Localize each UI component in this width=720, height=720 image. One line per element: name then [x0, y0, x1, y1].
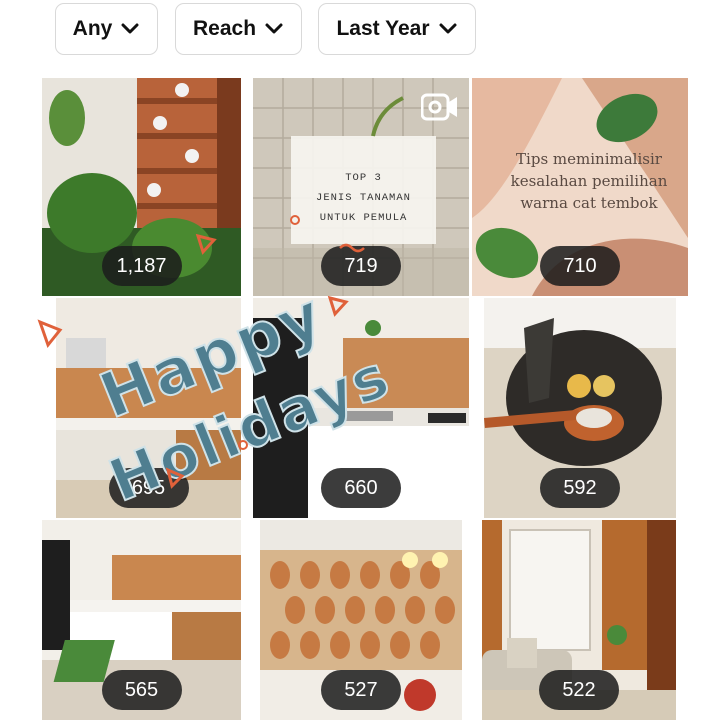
caption-line: Tips meminimalisir	[516, 150, 662, 168]
post-thumbnail[interactable]: 592	[484, 298, 676, 518]
caption-line: JENIS TANAMAN	[316, 192, 411, 204]
caption-line: TOP 3	[345, 172, 382, 184]
post-thumbnail[interactable]: Tips meminimalisir kesalahan pemilihan w…	[472, 78, 688, 296]
reach-count-badge: 592	[540, 468, 620, 508]
post-thumbnail[interactable]: 565	[42, 520, 241, 720]
reach-count-badge: 527	[321, 670, 401, 710]
caption-line: kesalahan pemilihan	[510, 172, 668, 190]
post-thumbnail[interactable]: 1,187	[42, 78, 241, 296]
filter-label: Reach	[192, 17, 257, 40]
post-caption: Tips meminimalisir kesalahan pemilihan w…	[494, 148, 684, 214]
reach-count-badge: 660	[321, 468, 401, 508]
post-thumbnail[interactable]: 522	[482, 520, 676, 720]
post-caption: TOP 3 JENIS TANAMAN UNTUK PEMULA	[291, 168, 436, 228]
video-camera-icon	[421, 93, 457, 121]
caption-line: UNTUK PEMULA	[319, 212, 408, 224]
reach-count-badge: 710	[540, 246, 620, 286]
filter-label: Last Year	[336, 17, 430, 40]
chevron-down-icon	[265, 23, 283, 34]
reach-count-badge: 522	[539, 670, 619, 710]
filter-any-dropdown[interactable]: Any	[55, 3, 158, 55]
filter-reach-dropdown[interactable]: Reach	[175, 3, 302, 55]
caption-line: warna cat tembok	[520, 194, 658, 212]
filter-timeframe-dropdown[interactable]: Last Year	[318, 3, 476, 55]
chevron-down-icon	[121, 23, 139, 34]
post-thumbnail[interactable]: 527	[260, 520, 462, 720]
posts-grid: 1,187 TOP 3 JENIS TANAMAN UNTUK PEMULA 7…	[42, 78, 692, 720]
filter-bar: Any Reach Last Year	[0, 0, 720, 78]
reach-count-badge: 719	[321, 246, 401, 286]
chevron-down-icon	[439, 23, 456, 34]
reach-count-badge: 695	[108, 468, 189, 508]
post-thumbnail[interactable]: 695	[56, 298, 241, 518]
reach-count-badge: 565	[101, 670, 182, 710]
post-thumbnail[interactable]: 660	[253, 298, 469, 518]
post-thumbnail[interactable]: TOP 3 JENIS TANAMAN UNTUK PEMULA 719	[253, 78, 469, 296]
reach-count-badge: 1,187	[101, 246, 182, 286]
filter-label: Any	[72, 17, 113, 40]
